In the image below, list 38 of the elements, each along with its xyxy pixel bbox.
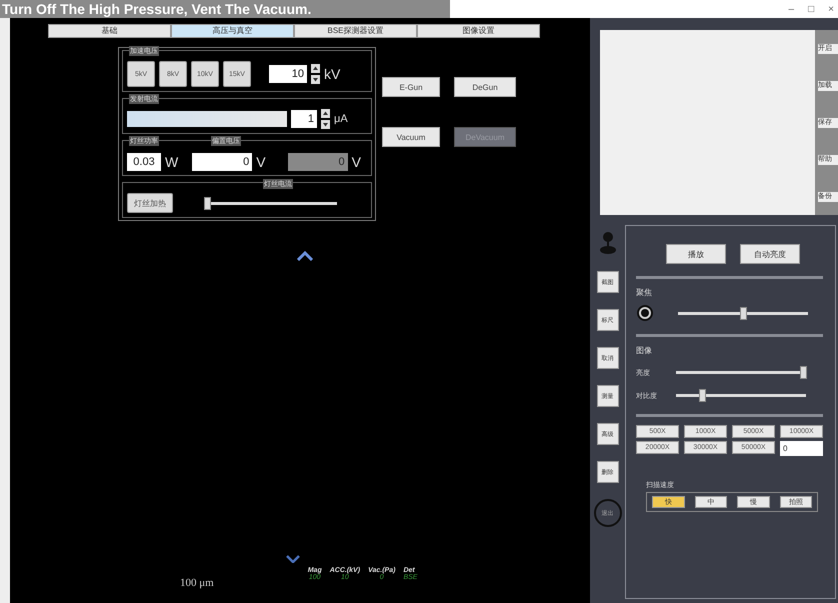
unit-label: W xyxy=(165,154,178,170)
section-label: 图像 xyxy=(636,345,653,356)
magnification-field[interactable]: 0 xyxy=(780,441,823,456)
input-field[interactable]: 0 xyxy=(288,153,348,171)
scale-label: 100 μm xyxy=(180,577,214,589)
panel-button[interactable]: 播放 xyxy=(666,244,726,264)
spinner-icon xyxy=(311,64,320,84)
chevron-up-icon xyxy=(297,251,313,261)
unit-label: kV xyxy=(324,66,340,82)
close-button[interactable]: × xyxy=(828,4,834,14)
slider-thumb[interactable] xyxy=(740,306,747,320)
maximize-button[interactable]: □ xyxy=(808,4,814,14)
input-field[interactable]: 10 xyxy=(269,65,307,83)
slider-thumb[interactable] xyxy=(204,196,211,210)
chevron-down-icon xyxy=(286,555,300,563)
spinner-icon xyxy=(321,109,330,129)
tab[interactable]: 基础 xyxy=(48,24,171,38)
panel-button[interactable]: 自动亮度 xyxy=(740,244,800,264)
heat-button[interactable]: 灯丝加热 xyxy=(127,193,173,213)
input-field[interactable]: 1 xyxy=(291,110,317,128)
slider-thumb[interactable] xyxy=(699,389,706,402)
slider-thumb[interactable] xyxy=(800,366,808,379)
unit-label: V xyxy=(256,154,266,170)
tab[interactable]: 图像设置 xyxy=(417,24,540,38)
unit-label: μA xyxy=(334,113,348,125)
minimize-button[interactable]: – xyxy=(788,4,794,14)
section-label: 聚焦 xyxy=(636,287,653,298)
unit-label: V xyxy=(352,154,361,170)
focus-icon xyxy=(636,304,654,322)
input-field[interactable]: 0 xyxy=(192,153,252,171)
action-button[interactable]: DeGun xyxy=(454,77,516,97)
caption-banner: Turn Off The High Pressure, Vent The Vacuum. xyxy=(0,0,450,18)
tab[interactable]: 高压与真空 xyxy=(171,24,294,38)
action-button[interactable]: E-Gun xyxy=(382,77,440,97)
input-field[interactable]: 0.03 xyxy=(127,153,161,171)
action-button[interactable]: Vacuum xyxy=(382,127,440,147)
joystick-icon xyxy=(598,231,616,255)
tab[interactable]: BSE探测器设置 xyxy=(294,24,417,38)
